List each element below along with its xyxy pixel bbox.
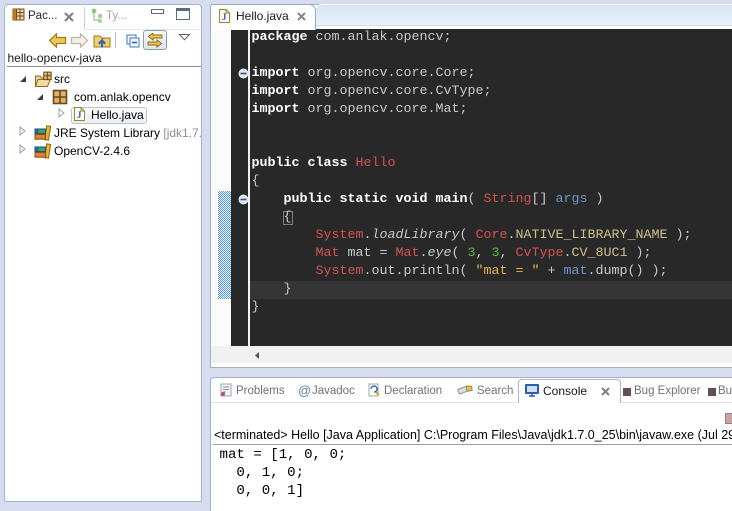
svg-text:J: J <box>222 13 227 23</box>
svg-text:J: J <box>76 111 81 121</box>
